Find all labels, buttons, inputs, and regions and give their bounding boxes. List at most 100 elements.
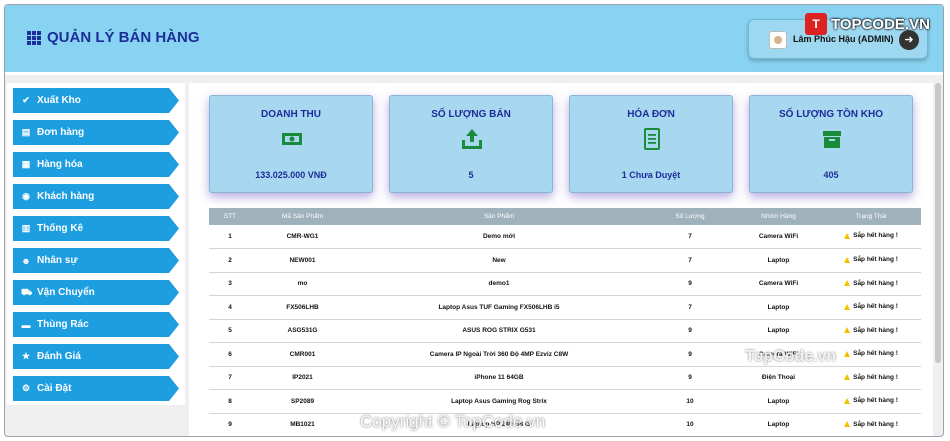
card-value: 5 [468,170,474,180]
topcode-logo-watermark: T TOPCODE.VN [805,13,930,35]
warning-icon [844,397,851,404]
column-header[interactable]: Mã Sản Phẩm [251,208,354,225]
card-title: DOANH THU [261,109,321,120]
app-window: QUẢN LÝ BÁN HÀNG Lâm Phúc Hậu (ADMIN) ➜ … [4,4,944,437]
sidebar-item-cai-dat[interactable]: ⚙ Cài Đặt [13,376,179,401]
cell-category: Laptop [767,421,790,429]
cell-category: Camera WiFi [758,280,799,288]
invoice-card[interactable]: HÓA ĐƠN 1 Chưa Duyệt [569,95,733,193]
column-header[interactable]: Số Lượng [644,208,736,225]
sidebar-item-label: Vận Chuyển [37,287,95,298]
cell-product-name: Laptop Asus TUF Gaming FX506LHB i5 [438,303,560,311]
status-text: Sắp hết hàng ! [853,326,898,334]
status-text: Sắp hết hàng ! [853,350,898,357]
column-header[interactable]: Nhóm Hàng [736,208,821,225]
cell-quantity: 7 [688,303,692,311]
column-header[interactable]: Trạng Thái [821,208,921,225]
cell-product-name: New [492,256,506,264]
cell-stt: 3 [228,280,232,288]
cell-category: Camera WiFi [758,233,799,240]
sidebar-item-nhan-su[interactable]: ☻ Nhân sự [13,248,179,273]
cell-product-name: Demo mới [482,233,516,240]
invoice-icon [644,128,660,150]
table-row[interactable]: 4 FX506LHB Laptop Asus TUF Gaming FX506L… [209,296,921,320]
table-header-row: STT Mã Sản Phẩm Sản Phẩm Số Lượng Nhóm H… [209,208,921,225]
sidebar-item-label: Đơn hàng [37,127,85,138]
cell-status: Sắp hết hàng ! [821,390,921,414]
users-icon: ☻ [21,255,31,266]
sidebar-item-don-hang[interactable]: ▤ Đơn hàng [13,120,179,145]
topcode-logo-text: TOPCODE.VN [831,15,930,33]
user-name: Lâm Phúc Hậu (ADMIN) [793,34,894,44]
product-table: STT Mã Sản Phẩm Sản Phẩm Số Lượng Nhóm H… [209,208,921,436]
warning-icon [844,303,851,310]
sidebar-item-khach-hang[interactable]: ◉ Khách hàng [13,184,179,209]
table-row[interactable]: 1 CMR-WG1 Demo mới 7 Camera WiFi Sắp hết… [209,225,921,249]
sidebar-item-van-chuyen[interactable]: ⛟ Vận Chuyển [13,280,179,305]
cell-stt: 1 [228,233,232,240]
trash-icon: ▬ [21,319,31,330]
table-row[interactable]: 8 SP2089 Laptop Asus Gaming Rog Strix 10… [209,390,921,414]
sidebar-item-label: Khách hàng [37,191,95,202]
inventory-box-icon [823,131,841,148]
table-row[interactable]: 7 IP2021 iPhone 11 64GB 9 Điện Thoại Sắp… [209,366,921,390]
status-text: Sắp hết hàng ! [853,279,898,287]
cell-stt: 2 [228,256,232,264]
money-icon [282,133,302,145]
table-row[interactable]: 5 ASG531G ASUS ROG STRIX G531 9 Laptop S… [209,319,921,343]
table-row[interactable]: 9 MB1021 Laptop HP 240 G8 i3 10 Laptop S… [209,413,921,436]
sidebar-item-thung-rac[interactable]: ▬ Thùng Rác [13,312,179,337]
cell-quantity: 10 [686,421,694,429]
sidebar-item-danh-gia[interactable]: ★ Đánh Giá [13,344,179,369]
card-title: SỐ LƯỢNG BÁN [431,109,511,120]
column-header[interactable]: Sản Phẩm [354,208,644,225]
bar-chart-icon: ▥ [21,223,31,233]
avatar [769,31,787,49]
cell-product-name: ASUS ROG STRIX G531 [462,327,536,335]
app-header: QUẢN LÝ BÁN HÀNG Lâm Phúc Hậu (ADMIN) ➜ [5,5,943,75]
table-row[interactable]: 2 NEW001 New 7 Laptop Sắp hết hàng ! [209,249,921,272]
sidebar-item-label: Nhân sự [37,255,78,266]
column-header[interactable]: STT [209,208,251,225]
sidebar-item-hang-hoa[interactable]: ▦ Hàng hóa [13,152,179,177]
cell-product-code: FX506LHB [286,303,319,311]
table-row[interactable]: 3 mo demo1 9 Camera WiFi Sắp hết hàng ! [209,272,921,296]
sidebar-item-label: Cài Đặt [37,383,72,394]
cell-stt: 5 [228,327,232,335]
sales-quantity-card[interactable]: SỐ LƯỢNG BÁN 5 [389,95,553,193]
cell-stt: 9 [228,421,232,429]
grid-menu-icon[interactable] [27,30,41,45]
cell-product-code: SP2089 [290,397,315,405]
sidebar-item-label: Thống Kê [37,223,84,234]
cell-quantity: 9 [688,327,692,335]
revenue-card[interactable]: DOANH THU 133.025.000 VNĐ [209,95,373,193]
topcode-logo-mark: T [805,13,827,35]
sidebar-item-xuat-kho[interactable]: ✔ Xuất Kho [13,88,179,113]
upload-tray-icon [462,129,482,149]
inventory-card[interactable]: SỐ LƯỢNG TỒN KHO 405 [749,95,913,193]
warning-icon [844,374,851,380]
status-text: Sắp hết hàng ! [853,303,898,310]
warning-icon [844,421,851,427]
cell-status: Sắp hết hàng ! [821,296,921,320]
cell-quantity: 7 [688,256,692,264]
sidebar-item-thong-ke[interactable]: ▥ Thống Kê [13,216,179,241]
cell-product-code: NEW001 [289,256,316,264]
cell-product-name: iPhone 11 64GB [474,374,524,382]
card-title: HÓA ĐƠN [627,109,675,120]
main-content: DOANH THU 133.025.000 VNĐ SỐ LƯỢNG BÁN 5… [189,83,933,436]
status-text: Sắp hết hàng ! [853,397,898,404]
vertical-scrollbar[interactable] [935,83,941,363]
cell-product-code: MB1021 [290,421,315,429]
cell-product-code: IP2021 [292,374,313,382]
check-icon: ✔ [22,95,30,105]
cell-quantity: 10 [686,397,694,405]
warning-icon [844,327,851,333]
sidebar: ✔ Xuất Kho ▤ Đơn hàng ▦ Hàng hóa ◉ Khách… [7,83,185,405]
truck-icon: ⛟ [21,286,33,297]
cell-status: Sắp hết hàng ! [821,413,921,436]
card-title: SỐ LƯỢNG TỒN KHO [778,109,884,120]
cell-quantity: 9 [688,280,692,288]
status-text: Sắp hết hàng ! [853,256,898,263]
warning-icon [844,232,851,239]
